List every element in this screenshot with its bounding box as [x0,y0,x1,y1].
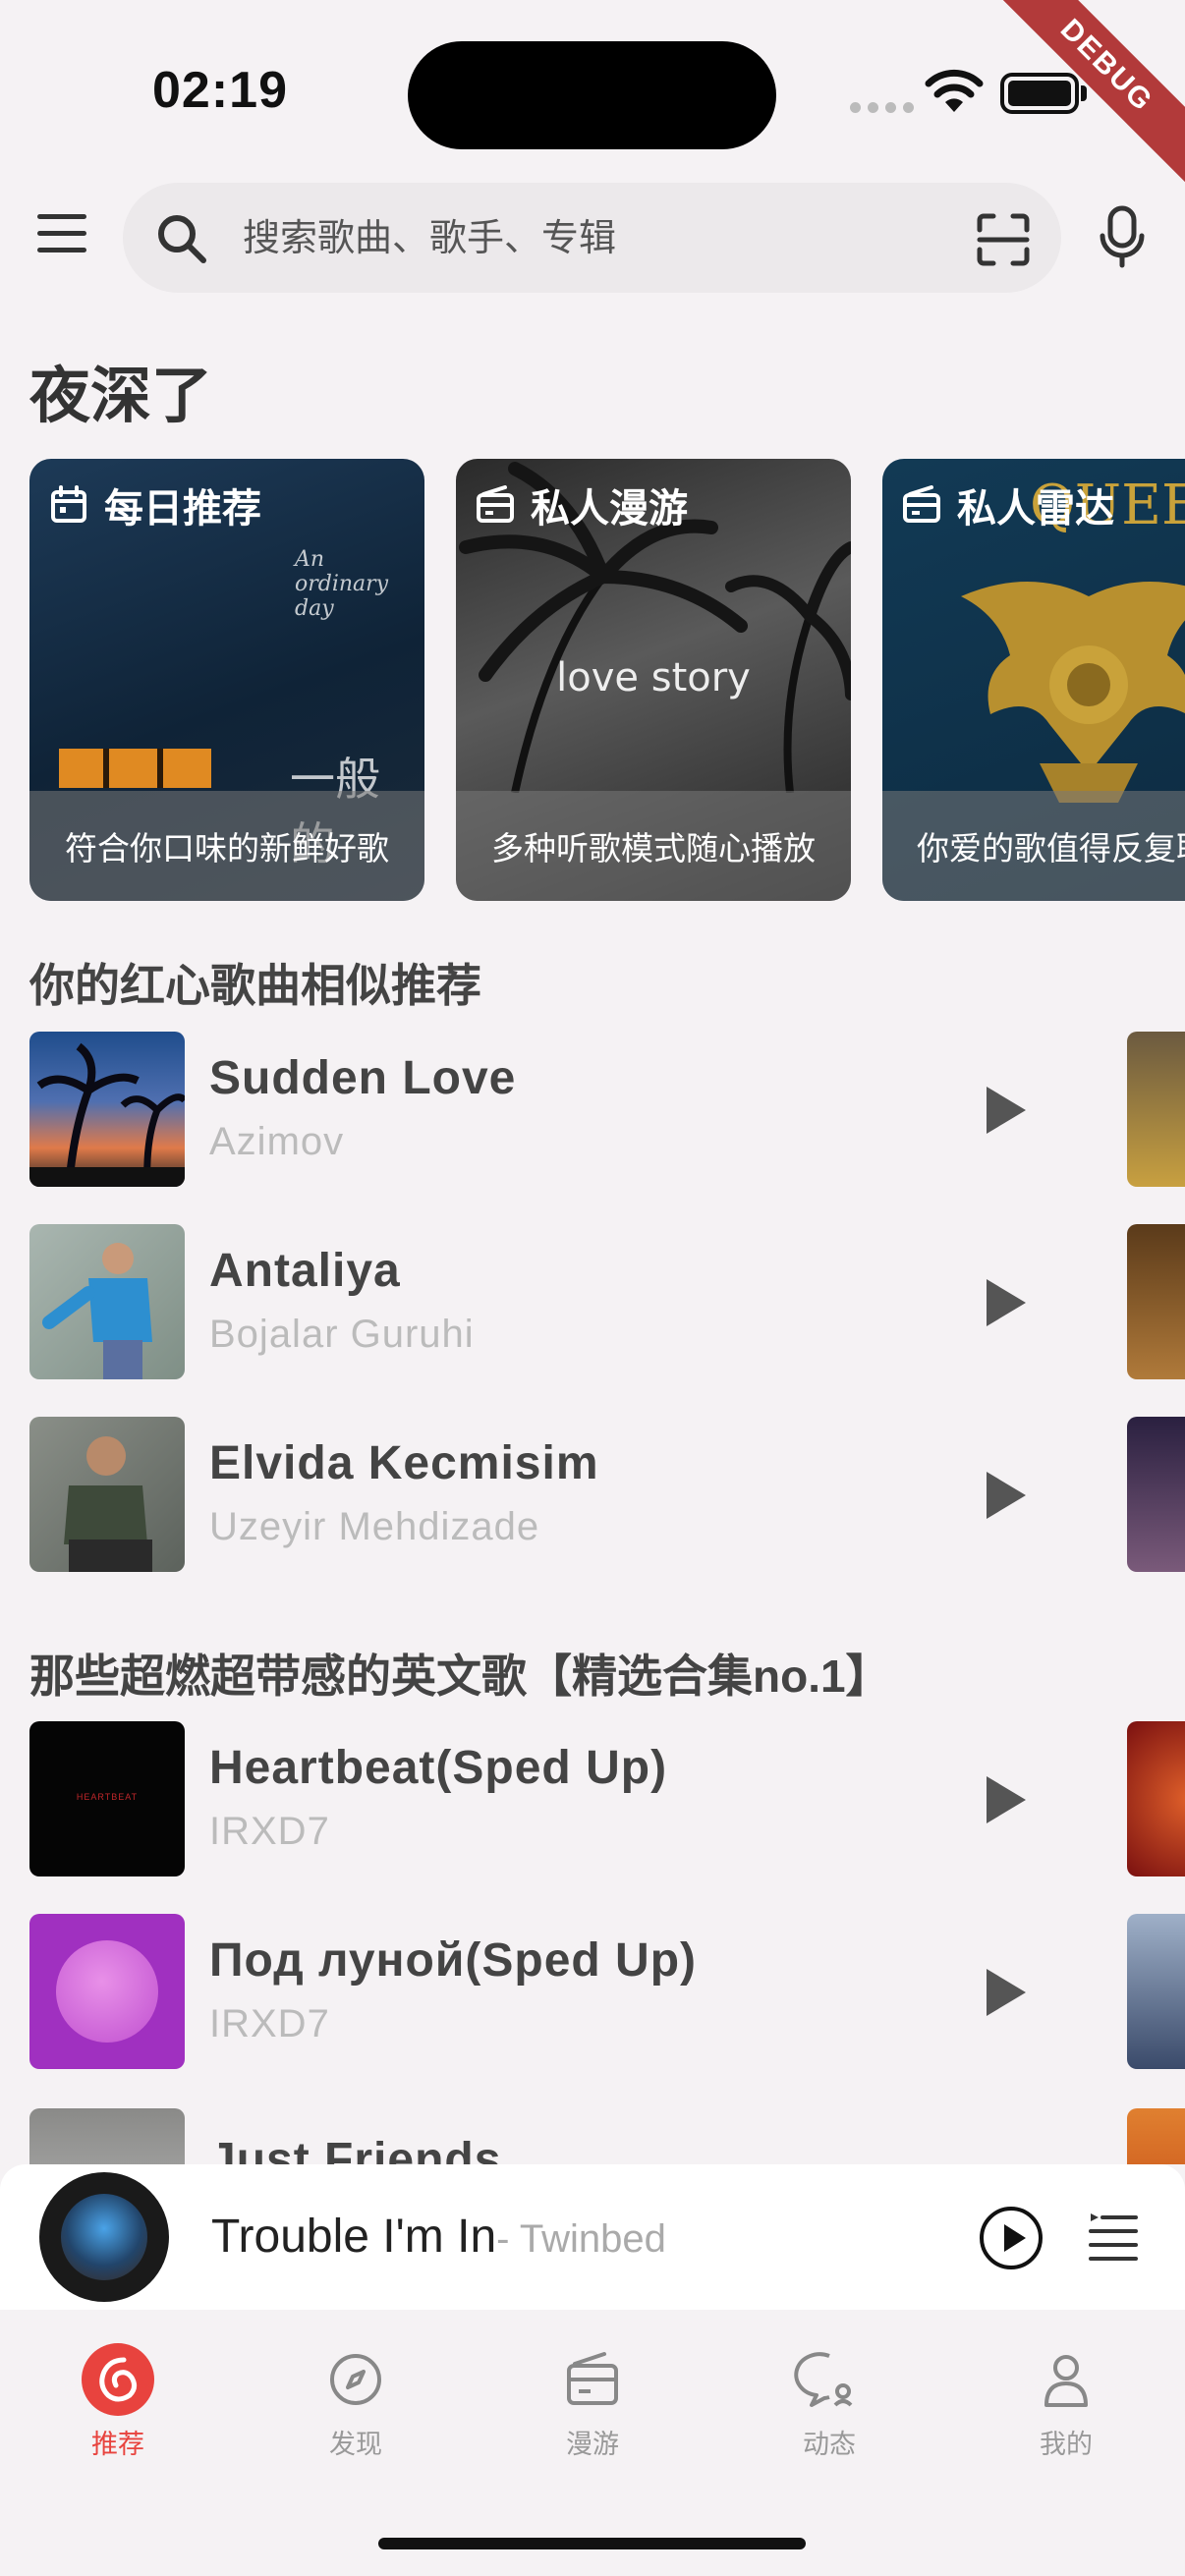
radio-icon [567,2352,618,2405]
tab-recommend[interactable]: 推荐 [39,2342,197,2461]
tab-label: 动态 [803,2430,856,2459]
card-title: 私人漫游 [531,487,688,531]
song-artist: Bojalar Guruhi [209,1313,475,1356]
album-cover [29,1417,185,1572]
battery-icon [1000,73,1079,114]
tab-activity[interactable]: 动态 [751,2342,908,2461]
song-title: Heartbeat(Sped Up) [209,1742,668,1794]
microphone-icon[interactable] [1099,204,1146,269]
tab-label: 发现 [329,2430,382,2459]
song-row[interactable]: HEARTBEAT Heartbeat(Sped Up) IRXD7 [29,1721,1185,1878]
mini-player[interactable]: Trouble I'm In- Twinbed [0,2164,1185,2310]
song-row[interactable]: Elvida Kecmisim Uzeyir Mehdizade [29,1417,1185,1574]
chat-icon [794,2352,853,2407]
play-icon[interactable] [981,1275,1030,1330]
song-title: Antaliya [209,1245,401,1297]
calendar-icon [51,485,86,523]
tab-label: 漫游 [566,2430,619,2459]
tab-discover[interactable]: 发现 [277,2342,434,2461]
status-bar: 02:19 DEBUG [0,0,1185,190]
song-artist: Azimov [209,1120,345,1163]
signal-dots-icon [850,102,914,113]
song-title: Elvida Kecmisim [209,1437,599,1489]
tab-mine[interactable]: 我的 [988,2342,1145,2461]
play-icon[interactable] [981,1468,1030,1523]
card-private-roam[interactable]: love story 私人漫游 多种听歌模式随心播放 [456,459,851,901]
album-cover: HEARTBEAT [29,1721,185,1876]
card-title: 私人雷达 [957,487,1114,531]
album-cover [1127,1224,1185,1379]
album-cover [1127,2108,1185,2164]
album-cover [29,1914,185,2069]
radio-icon [477,485,514,523]
netease-music-icon [82,2343,154,2416]
album-cover [1127,1721,1185,1876]
song-row[interactable]: Just Friends [29,2108,1185,2164]
feature-cards: An ordinary day 一般的 每日推荐 符合你口味的新鲜好歌 love… [29,459,1185,901]
card-private-radar[interactable]: QUEEN 私人雷达 你爱的歌值得反复聆听 [882,459,1185,901]
status-time: 02:19 [152,62,288,119]
now-playing-disc [39,2172,169,2302]
song-row[interactable]: Sudden Love Azimov [29,1032,1185,1189]
scan-icon[interactable] [976,212,1031,267]
song-artist: Uzeyir Mehdizade [209,1505,540,1548]
home-indicator [378,2538,806,2549]
tab-roam[interactable]: 漫游 [514,2342,671,2461]
album-cover [29,2108,185,2164]
person-icon [1044,2355,1088,2407]
now-playing-title: Trouble I'm In [211,2211,497,2263]
card-daily-recommend[interactable]: An ordinary day 一般的 每日推荐 符合你口味的新鲜好歌 [29,459,424,901]
play-icon[interactable] [981,1772,1030,1827]
tab-label: 我的 [1040,2430,1093,2459]
song-title: Sudden Love [209,1052,517,1104]
search-bar[interactable] [123,183,1061,293]
section-title: 那些超燃超带感的英文歌【精选合集no.1】 [29,1651,891,1702]
compass-icon [330,2354,381,2405]
now-playing-artist: - Twinbed [496,2217,666,2261]
menu-icon[interactable] [37,214,86,263]
album-cover [1127,1417,1185,1572]
section-title: 你的红心歌曲相似推荐 [29,960,481,1011]
song-title: Just Friends [209,2134,502,2164]
card-subtitle: 符合你口味的新鲜好歌 [29,791,424,901]
album-cover [1127,1914,1185,2069]
greeting-title: 夜深了 [29,363,213,430]
play-icon[interactable] [981,1083,1030,1138]
song-row[interactable]: Antaliya Bojalar Guruhi [29,1224,1185,1381]
tab-bar: 推荐 发现 漫游 动态 我的 [0,2310,1185,2576]
card-title: 每日推荐 [104,487,261,531]
search-icon [158,215,206,263]
album-cover [29,1224,185,1379]
card-subtitle: 你爱的歌值得反复聆听 [882,791,1185,901]
play-icon[interactable] [981,1965,1030,2020]
song-artist: IRXD7 [209,1810,330,1853]
play-circle-icon[interactable] [979,2206,1044,2270]
song-title: Под луной(Sped Up) [209,1934,698,1987]
radio-icon [903,485,940,523]
card-subtitle: 多种听歌模式随心播放 [456,791,851,901]
playlist-icon[interactable] [1089,2212,1138,2265]
album-cover [1127,1032,1185,1187]
song-artist: IRXD7 [209,2002,330,2045]
wifi-icon [925,69,984,112]
search-input[interactable] [243,209,931,268]
song-row[interactable]: Под луной(Sped Up) IRXD7 [29,1914,1185,2071]
tab-label: 推荐 [91,2430,144,2459]
dynamic-island [408,41,776,149]
album-cover [29,1032,185,1187]
